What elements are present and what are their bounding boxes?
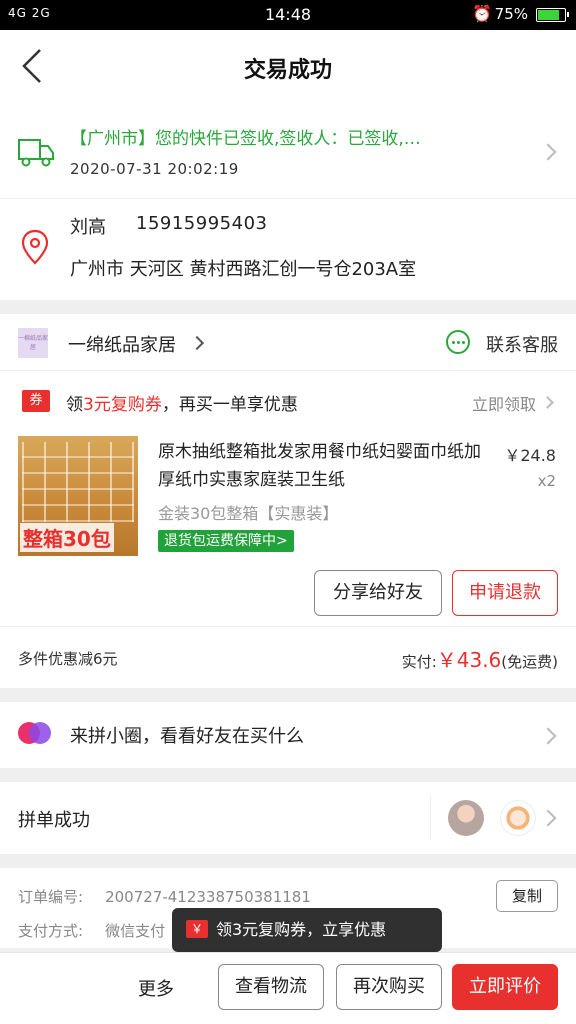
address-card: 刘高 15915995403 广州市 天河区 黄村西路汇创一号仓203A室 — [0, 198, 576, 300]
chevron-right-icon — [189, 335, 205, 351]
refund-button[interactable]: 申请退款 — [452, 570, 558, 616]
shop-name[interactable]: 一绵纸品家居 — [68, 331, 176, 357]
truck-icon — [18, 139, 54, 167]
group-success-card[interactable]: 拼单成功 — [0, 782, 576, 854]
coupon-tooltip[interactable]: ￥ 领3元复购券，立享优惠 — [172, 908, 442, 960]
status-bar: 4G 2G 14:48 ⏰ 75% — [0, 0, 576, 30]
chevron-right-icon — [539, 727, 557, 745]
avatar — [500, 800, 536, 836]
coupon-yen-icon: ￥ — [186, 920, 208, 938]
page-title: 交易成功 — [243, 58, 332, 83]
bottom-action-bar: 更多 查看物流 再次购买 立即评价 — [0, 952, 576, 1024]
product-image[interactable]: 整箱30包 — [18, 436, 138, 556]
divider — [0, 370, 576, 371]
divider — [0, 626, 576, 627]
contact-service-button[interactable]: 联系客服 — [486, 331, 558, 357]
return-guarantee-tag[interactable]: 退货包运费保障中> — [158, 530, 294, 552]
logistics-time: 2020-07-31 20:02:19 — [70, 160, 239, 178]
tooltip-text: 领3元复购券，立享优惠 — [216, 920, 387, 939]
circle-logo-icon — [18, 722, 52, 746]
payment-method-row: 支付方式: 微信支付 — [18, 922, 166, 940]
logistics-card[interactable]: 【广州市】您的快件已签收,签收人：已签收,… 2020-07-31 20:02:… — [0, 104, 576, 198]
paid-amount: 实付:￥43.6(免运费) — [401, 648, 558, 672]
copy-button[interactable]: 复制 — [496, 880, 558, 912]
order-item-card: 一棉纸品家居 一绵纸品家居 联系客服 券 领3元复购券，再买一单享优惠 立即领取… — [0, 314, 576, 688]
friend-circle-card[interactable]: 来拼小圈，看看好友在买什么 — [0, 702, 576, 768]
chevron-right-icon — [541, 396, 554, 409]
logistics-status: 【广州市】您的快件已签收,签收人：已签收,… — [70, 129, 421, 149]
buy-again-button[interactable]: 再次购买 — [336, 964, 442, 1010]
chevron-right-icon — [539, 809, 557, 827]
product-title[interactable]: 原木抽纸整箱批发家用餐巾纸妇婴面巾纸加厚纸巾实惠家庭装卫生纸 — [158, 438, 484, 494]
alarm-icon: ⏰ — [472, 4, 492, 23]
product-spec: 金装30包整箱【实惠装】 — [158, 504, 339, 523]
order-id-row: 订单编号: 200727-412338750381181 — [18, 888, 311, 906]
avatar — [448, 800, 484, 836]
nav-bar: 交易成功 — [0, 30, 576, 104]
group-success-label: 拼单成功 — [18, 810, 90, 831]
location-pin-icon — [21, 229, 49, 265]
recipient-phone: 15915995403 — [136, 213, 268, 234]
friend-circle-label: 来拼小圈，看看好友在买什么 — [70, 726, 304, 747]
coupon-text: 领3元复购券，再买一单享优惠 — [66, 395, 298, 415]
coupon-badge: 券 — [22, 390, 50, 412]
share-button[interactable]: 分享给好友 — [314, 570, 442, 616]
divider — [430, 796, 431, 840]
product-image-promo: 整箱30包 — [20, 523, 114, 552]
shop-logo: 一棉纸品家居 — [18, 328, 48, 358]
track-logistics-button[interactable]: 查看物流 — [218, 964, 324, 1010]
more-button[interactable]: 更多 — [138, 975, 174, 1001]
recipient-address: 广州市 天河区 黄村西路汇创一号仓203A室 — [70, 259, 417, 280]
claim-coupon-link[interactable]: 立即领取 — [472, 391, 536, 415]
recipient-name: 刘高 — [70, 217, 106, 238]
chat-icon[interactable] — [446, 330, 470, 354]
chevron-right-icon — [539, 143, 557, 161]
battery-icon — [536, 8, 569, 22]
product-price: ￥24.8 — [504, 446, 556, 465]
battery-percent: 75% — [494, 5, 528, 23]
discount-info: 多件优惠减6元 — [18, 650, 118, 668]
review-button[interactable]: 立即评价 — [452, 964, 558, 1010]
product-quantity: x2 — [537, 472, 556, 490]
